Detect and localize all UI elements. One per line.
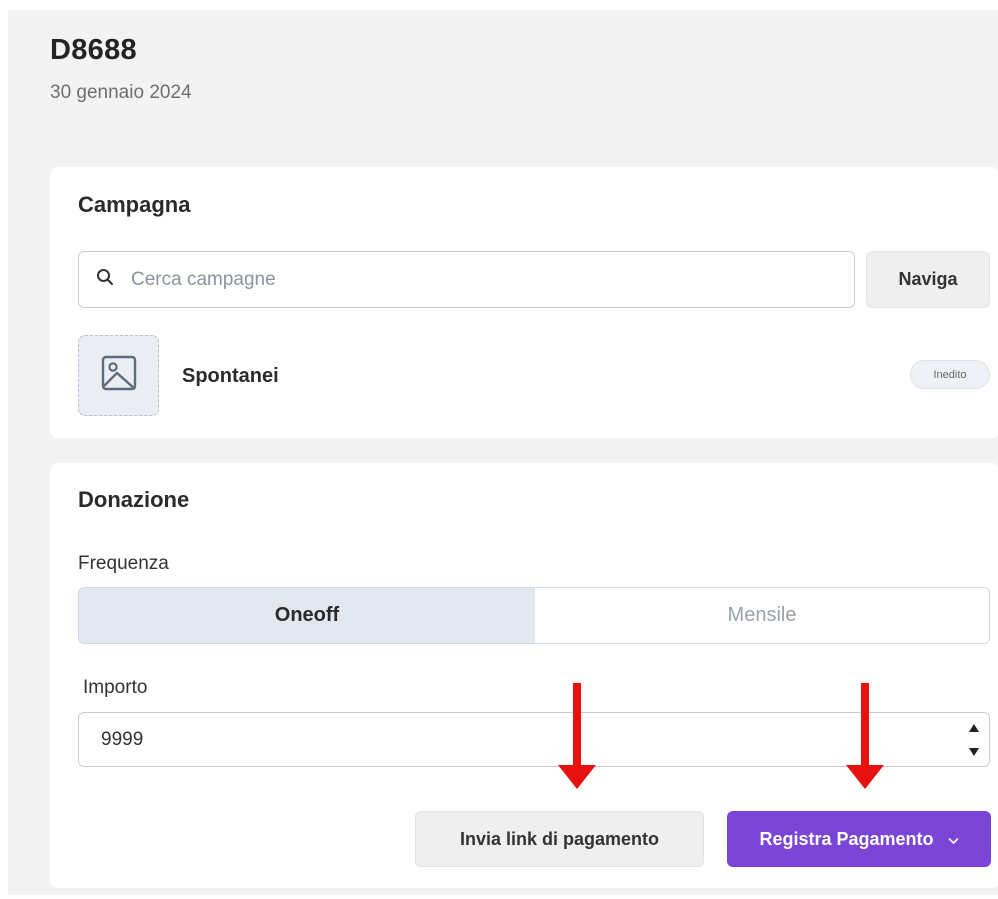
frequency-label: Frequenza	[78, 553, 169, 574]
send-payment-link-button[interactable]: Invia link di pagamento	[415, 811, 704, 867]
campaign-search-box[interactable]	[78, 251, 855, 308]
image-icon	[101, 355, 137, 396]
page-title: D8688	[50, 34, 137, 66]
register-payment-button[interactable]: Registra Pagamento	[727, 811, 991, 867]
status-badge: Inedito	[910, 360, 990, 389]
amount-stepper	[965, 719, 983, 761]
chevron-down-icon	[948, 829, 959, 850]
arrow-annotation-left	[558, 683, 596, 789]
campaign-card-title: Campagna	[78, 192, 191, 217]
register-payment-label: Registra Pagamento	[759, 828, 934, 849]
amount-label: Importo	[83, 677, 148, 698]
frequency-option-oneoff[interactable]: Oneoff	[79, 588, 535, 643]
page-date: 30 gennaio 2024	[50, 82, 192, 103]
frequency-option-monthly[interactable]: Mensile	[535, 588, 989, 643]
donation-card-title: Donazione	[78, 487, 190, 512]
campaign-name[interactable]: Spontanei	[182, 365, 279, 388]
arrow-annotation-right	[846, 683, 884, 789]
browse-button[interactable]: Naviga	[866, 251, 990, 308]
decrement-arrow-icon[interactable]	[967, 743, 981, 761]
campaign-image-placeholder	[78, 335, 159, 416]
frequency-selector: Oneoff Mensile	[78, 587, 990, 644]
search-icon	[96, 268, 114, 291]
campaign-search-input[interactable]	[131, 268, 771, 291]
amount-value: 9999	[101, 729, 144, 750]
donation-card: Donazione Frequenza Oneoff Mensile Impor…	[50, 463, 998, 888]
increment-arrow-icon[interactable]	[967, 719, 981, 737]
campaign-card: Campagna Naviga Spontanei Inedito	[50, 167, 998, 438]
